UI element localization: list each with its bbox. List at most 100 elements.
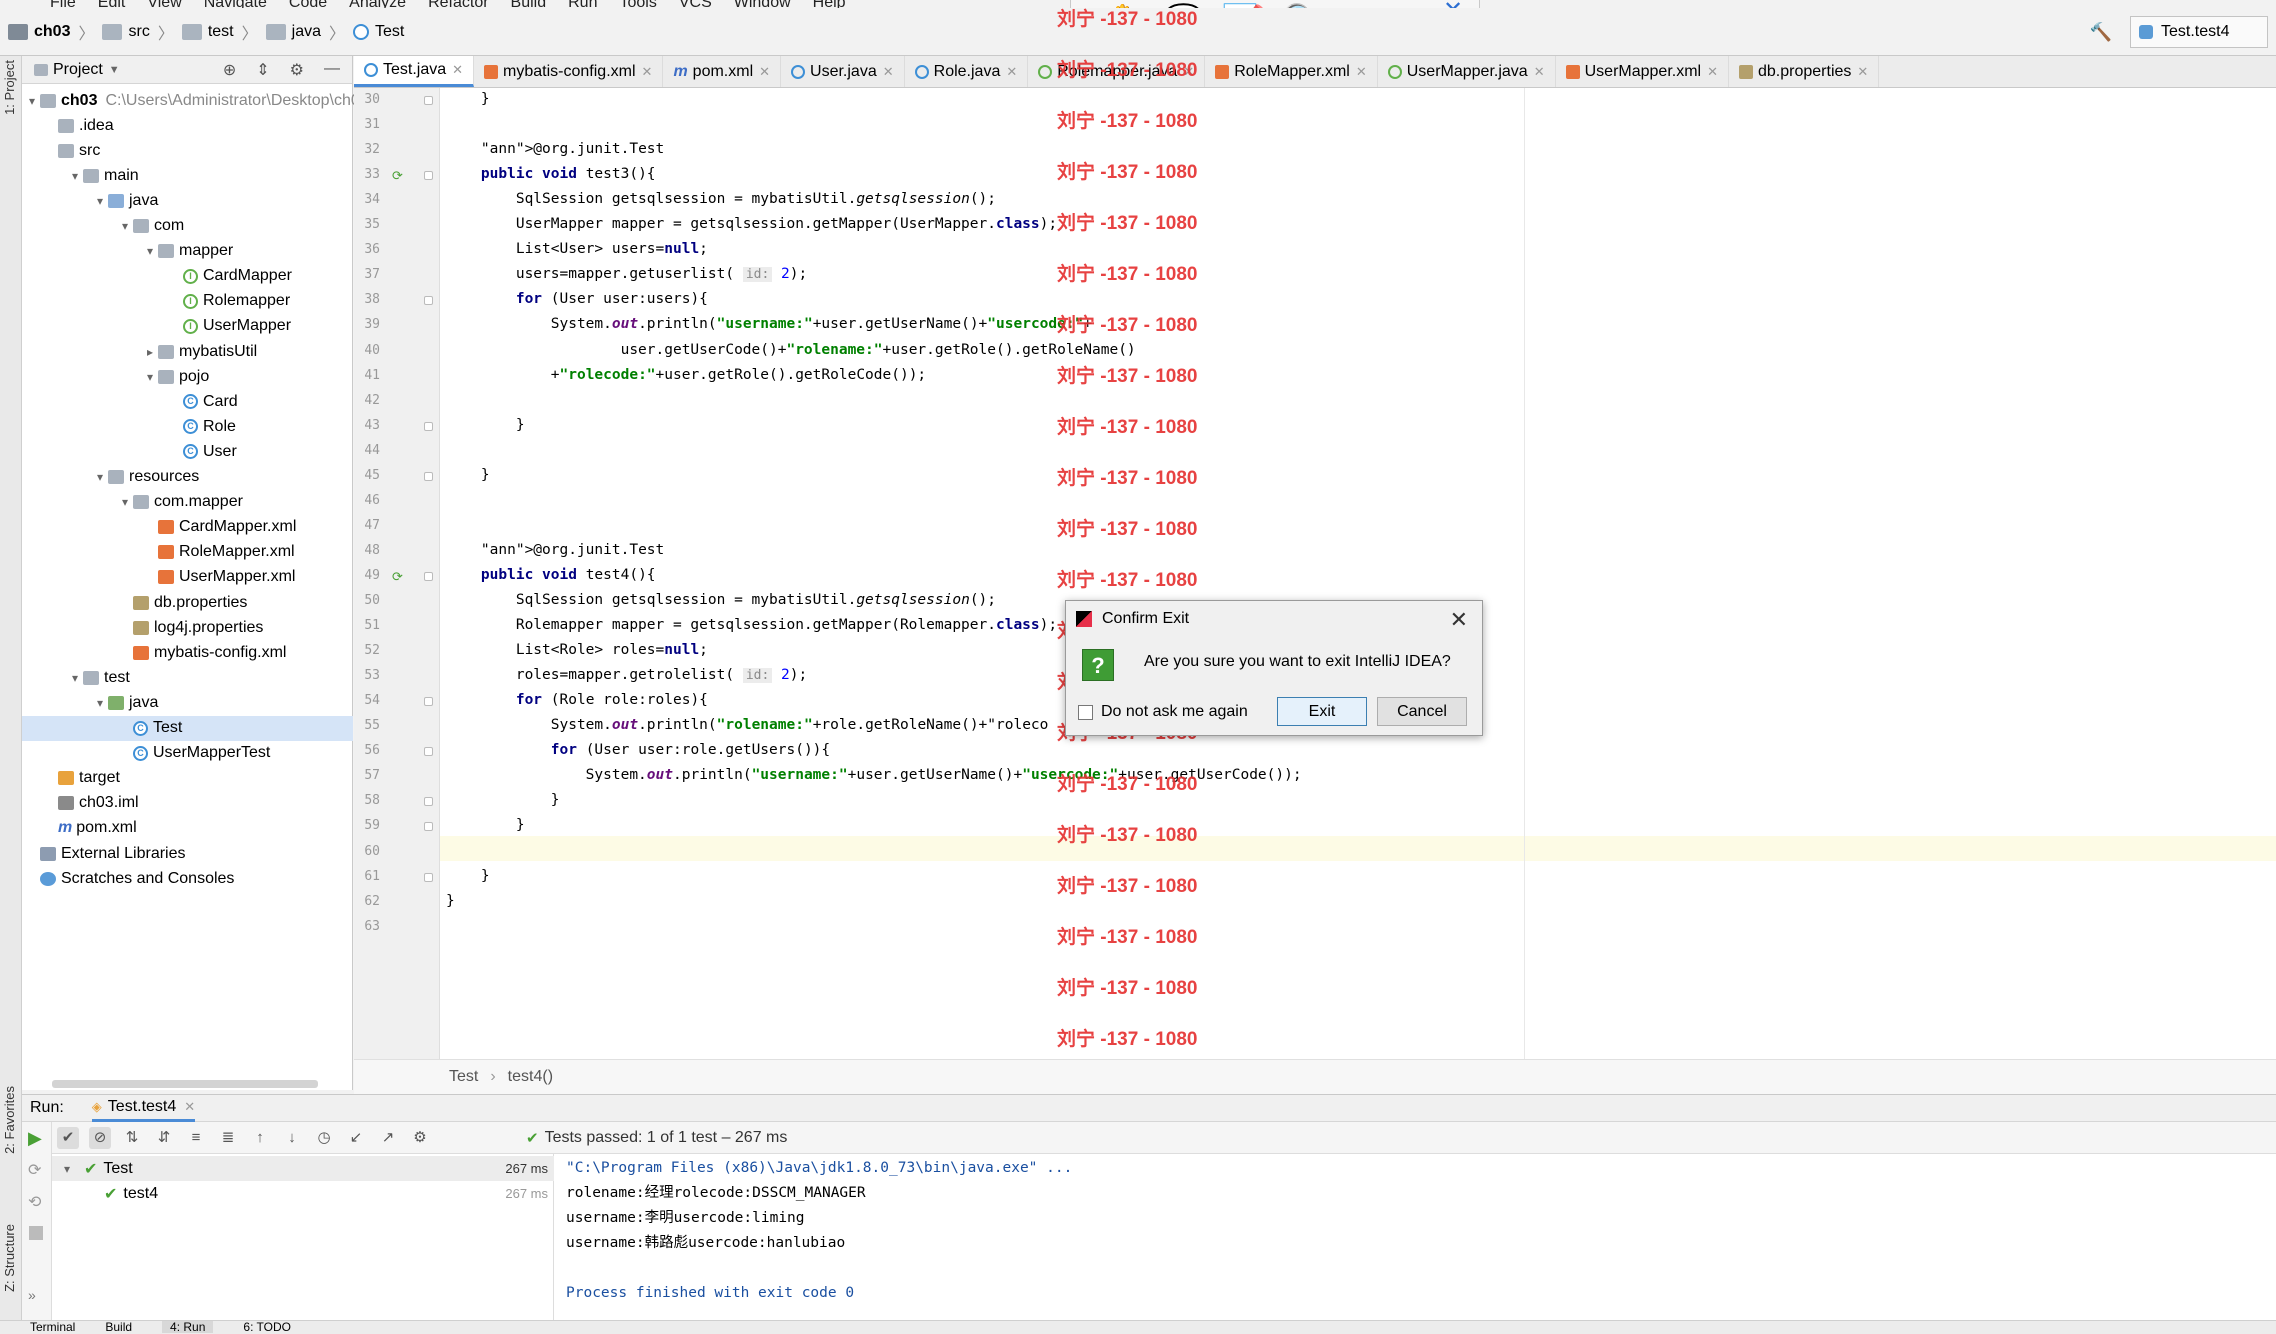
tree-root[interactable]: ▾ ch03 C:\Users\Administrator\Desktop\ch04 (24, 88, 369, 113)
settings-icon[interactable]: ⚙ (409, 1127, 431, 1149)
tree-item[interactable]: m pom.xml (42, 816, 137, 841)
close-tab-icon[interactable]: ✕ (1857, 64, 1868, 80)
sort-duration-icon[interactable]: ⇵ (153, 1127, 175, 1149)
tree-item[interactable]: RoleMapper.xml (142, 540, 295, 565)
horizontal-scrollbar[interactable] (52, 1080, 318, 1088)
fold-marker-icon[interactable] (424, 421, 433, 431)
rerun-failed-icon[interactable]: ⟳ (28, 1160, 41, 1180)
menu-item[interactable]: Edit (98, 0, 126, 8)
fold-marker-icon[interactable] (424, 471, 433, 481)
tree-item[interactable]: ▾ java (92, 188, 158, 213)
menu-item[interactable]: VCS (679, 0, 712, 8)
show-passed-icon[interactable]: ✔ (57, 1126, 79, 1149)
chevron-down-icon[interactable]: ▾ (117, 219, 133, 233)
breadcrumb-class[interactable]: Test (449, 1068, 478, 1086)
run-test-gutter-icon[interactable]: ⟳ (392, 168, 403, 184)
test-result-row[interactable]: ▾ ✔ Test 267 ms (52, 1156, 554, 1181)
tree-item[interactable]: I UserMapper (167, 314, 291, 339)
cancel-button[interactable]: Cancel (1377, 697, 1467, 726)
chevron-down-icon[interactable]: ▼ (109, 64, 120, 76)
tree-item[interactable]: src (42, 138, 100, 163)
tree-item[interactable]: ▾ com (117, 214, 184, 239)
tree-item[interactable]: ▾ java (92, 690, 158, 715)
tree-item[interactable]: db.properties (117, 590, 247, 615)
tree-item[interactable]: C Test (22, 715, 353, 741)
prev-failed-icon[interactable]: ↑ (249, 1127, 271, 1149)
tree-item[interactable]: Scratches and Consoles (24, 866, 234, 891)
tab-structure[interactable]: Z: Structure (2, 1224, 17, 1292)
menu-item[interactable]: File (50, 0, 76, 8)
nav-crumb[interactable]: Test (353, 23, 404, 41)
tree-item[interactable]: ▾ main (67, 163, 139, 188)
fold-marker-icon[interactable] (424, 747, 433, 757)
show-ignored-icon[interactable]: ⊘ (89, 1126, 111, 1149)
tree-item[interactable]: ▾ com.mapper (117, 490, 243, 515)
fold-marker-icon[interactable] (424, 171, 433, 181)
editor-tab[interactable]: Test.java ✕ (354, 56, 475, 87)
run-tab[interactable]: ◈ Test.test4 ✕ (91, 1095, 196, 1122)
editor-tab[interactable]: UserMapper.java ✕ (1378, 56, 1556, 87)
tree-item[interactable]: ▾ pojo (142, 364, 209, 389)
editor-tab[interactable]: UserMapper.xml ✕ (1556, 56, 1729, 87)
fold-marker-icon[interactable] (424, 822, 433, 832)
more-icon[interactable]: » (28, 1287, 36, 1303)
export-tests-icon[interactable]: ↗ (377, 1127, 399, 1149)
tree-item[interactable]: External Libraries (24, 841, 186, 866)
close-tab-icon[interactable]: ✕ (184, 1099, 195, 1115)
editor-tab[interactable]: Rolemapper.java ✕ (1028, 56, 1206, 87)
checkbox-box[interactable] (1078, 704, 1093, 720)
fold-marker-icon[interactable] (424, 296, 433, 306)
chevron-down-icon[interactable]: ▾ (92, 194, 108, 208)
editor-tab[interactable]: mybatis-config.xml ✕ (474, 56, 664, 87)
tree-item[interactable]: CardMapper.xml (142, 515, 296, 540)
editor-tab[interactable]: User.java ✕ (781, 56, 905, 87)
close-tab-icon[interactable]: ✕ (1006, 64, 1017, 80)
editor-tab[interactable]: db.properties ✕ (1729, 56, 1880, 87)
chevron-down-icon[interactable]: ▾ (117, 495, 133, 509)
menu-item[interactable]: View (147, 0, 181, 8)
minimize-icon[interactable]: — (324, 60, 340, 80)
fold-marker-icon[interactable] (424, 96, 433, 105)
collapse-icon[interactable]: ⇕ (256, 60, 269, 80)
chevron-down-icon[interactable]: ▾ (92, 470, 108, 484)
expand-all-icon[interactable]: ≡ (185, 1127, 207, 1149)
dialog-close-icon[interactable]: ✕ (1450, 607, 1468, 633)
close-tab-icon[interactable]: ✕ (1356, 64, 1367, 80)
tree-item[interactable]: .idea (42, 113, 114, 138)
collapse-all-icon[interactable]: ≣ (217, 1127, 239, 1149)
gear-icon[interactable]: ⚙ (290, 60, 304, 80)
menu-item[interactable]: Analyze (349, 0, 406, 8)
import-tests-icon[interactable]: ↙ (345, 1127, 367, 1149)
tree-item[interactable]: ▾ resources (92, 465, 199, 490)
close-tab-icon[interactable]: ✕ (642, 64, 653, 80)
tree-item[interactable]: C Card (167, 389, 238, 414)
tree-item[interactable]: C User (167, 439, 237, 464)
nav-crumb[interactable]: test 〉 (181, 20, 258, 44)
bottom-tab[interactable]: Terminal (30, 1321, 75, 1333)
exit-button[interactable]: Exit (1277, 697, 1367, 726)
next-failed-icon[interactable]: ↓ (281, 1127, 303, 1149)
fold-marker-icon[interactable] (424, 697, 433, 707)
menu-item[interactable]: Run (568, 0, 597, 8)
stop-icon[interactable] (29, 1226, 43, 1240)
menu-item[interactable]: Navigate (204, 0, 267, 8)
chevron-down-icon[interactable]: ▾ (67, 169, 83, 183)
nav-crumb[interactable]: src 〉 (102, 20, 174, 44)
tree-item[interactable]: ▾ mapper (142, 239, 233, 264)
chevron-down-icon[interactable]: ▾ (92, 696, 108, 710)
fold-marker-icon[interactable] (424, 872, 433, 882)
chevron-right-icon[interactable]: ▸ (142, 345, 158, 359)
chevron-down-icon[interactable]: ▾ (67, 671, 83, 685)
sort-alpha-icon[interactable]: ⇅ (121, 1127, 143, 1149)
rerun-icon[interactable]: ▶ (28, 1128, 42, 1149)
editor-tab[interactable]: m pom.xml ✕ (663, 56, 782, 87)
editor-tab[interactable]: Role.java ✕ (905, 56, 1029, 87)
tree-item[interactable]: ch03.iml (42, 791, 139, 816)
run-console-output[interactable]: "C:\Program Files (x86)\Java\jdk1.8.0_73… (554, 1154, 2276, 1321)
locate-icon[interactable]: ⊕ (223, 60, 236, 80)
close-tab-icon[interactable]: ✕ (1183, 64, 1194, 80)
fold-marker-icon[interactable] (424, 571, 433, 581)
tree-item[interactable]: log4j.properties (117, 615, 263, 640)
code-editor[interactable]: } "ann">@org.junit.Test public void test… (440, 88, 2276, 1059)
close-tab-icon[interactable]: ✕ (1534, 64, 1545, 80)
